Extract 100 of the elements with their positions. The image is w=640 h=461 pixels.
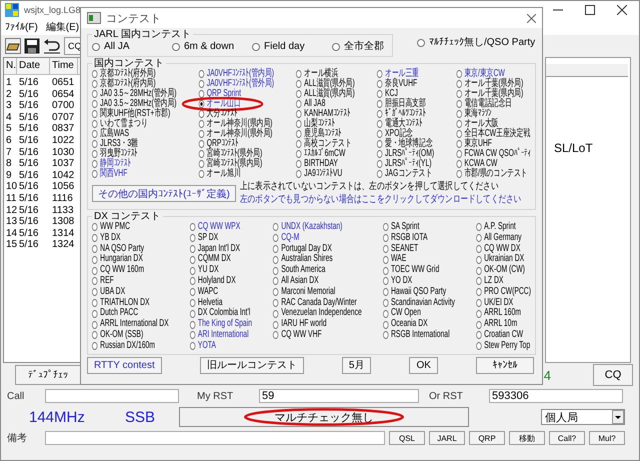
station-type-dropdown[interactable]: 個人局 [541,409,625,425]
radio-icon[interactable] [456,150,462,158]
contest-option[interactable]: JLRSﾊﾟｰﾃｨ(OM) [376,149,434,159]
open-folder-icon[interactable] [5,38,21,54]
contest-option[interactable]: Stew Perry Top [476,340,530,352]
contest-option[interactable]: JA9ｺﾝﾃｽﾄVU [296,169,342,179]
radio-icon[interactable] [92,130,98,138]
radio-icon[interactable] [382,288,388,296]
radio-icon[interactable] [382,256,388,264]
contest-option[interactable]: オール千葉(県外局) [456,79,524,89]
contest-option[interactable]: All JA [92,42,172,52]
radio-icon[interactable] [92,223,98,232]
contest-option[interactable]: WAE [382,254,406,266]
radio-icon[interactable] [190,223,196,232]
radio-icon[interactable] [476,266,482,275]
contest-option[interactable]: 京都ｺﾝﾃｽﾄ(府内局) [92,79,156,89]
contest-option[interactable]: JA0VHFｺﾝﾃｽﾄ(管外局) [198,79,274,89]
radio-icon[interactable] [296,170,302,178]
contest-option[interactable]: 宮崎ｺﾝﾃｽﾄ(県内局) [198,159,262,169]
radio-icon[interactable] [382,310,388,318]
radio-icon[interactable] [417,39,425,47]
contest-option[interactable]: Portugal Day DX [273,244,332,254]
contest-option[interactable]: All JA8 [296,99,326,109]
radio-icon[interactable] [92,140,98,148]
radio-icon[interactable] [382,223,388,232]
contest-option[interactable]: KANHAMｺﾝﾃｽﾄ [296,109,350,119]
radio-icon[interactable] [476,320,482,329]
radio-icon[interactable] [190,331,196,340]
contest-option[interactable]: Japan Int'l DX [190,244,240,254]
action-button[interactable]: Mul? [589,431,625,445]
radio-icon[interactable] [296,130,302,138]
radio-icon[interactable] [198,70,204,78]
radio-icon[interactable] [198,90,204,98]
radio-icon[interactable] [190,256,196,264]
radio-icon[interactable] [273,277,278,286]
column-header[interactable]: N. [4,58,17,74]
radio-icon[interactable] [456,90,462,98]
radio-icon[interactable] [198,80,204,88]
dialog-button[interactable]: OK [409,356,438,374]
contest-option[interactable]: CQ WW VHF [273,330,322,341]
radio-icon[interactable] [273,223,278,232]
radio-icon[interactable] [190,244,196,253]
radio-icon[interactable] [92,266,98,275]
contest-option[interactable]: Marconi Memorial [273,286,336,298]
radio-icon[interactable] [92,288,98,296]
contest-option[interactable]: 全日本CW王座決定戦 [456,129,530,139]
contest-option[interactable]: WW PMC [92,222,130,233]
download-link[interactable]: 左のボタンでも見つからない場合はここをクリックしてダウンロードしてください [240,194,522,206]
radio-icon[interactable] [382,298,388,307]
contest-option[interactable]: 奈良VUHF [376,79,418,89]
radio-icon[interactable] [296,100,302,108]
radio-icon[interactable] [376,70,382,78]
contest-option[interactable]: Oceania DX [382,319,428,330]
contest-option[interactable]: QRPｺﾝﾃｽﾄ [198,139,238,149]
contest-option[interactable]: 東京/東京CW [456,69,505,79]
contest-option[interactable]: BIRTHDAY [296,159,338,169]
contest-option[interactable]: 電信電話記念日 [456,99,512,109]
contest-option[interactable]: 電通大ｺﾝﾃｽﾄ [376,119,422,129]
contest-option[interactable]: Hungarian DX [92,254,143,266]
contest-option[interactable]: CQ WW DX [476,244,520,254]
radio-icon[interactable] [382,331,388,340]
contest-option[interactable]: CQ WW WPX [190,222,240,233]
menu-item[interactable]: 編集(E) [46,20,80,34]
contest-option[interactable]: 東京UHF [456,139,492,149]
contest-option[interactable]: ALL滋賀(県外局) [296,79,355,89]
radio-icon[interactable] [296,120,302,128]
radio-icon[interactable] [296,160,302,168]
contest-option[interactable]: 関西VHF [92,169,128,179]
radio-icon[interactable] [252,43,260,51]
radio-icon[interactable] [476,256,482,264]
contest-option[interactable]: YB DX [92,232,121,244]
radio-icon[interactable] [376,160,382,168]
close-icon[interactable] [617,5,627,15]
contest-option[interactable]: オール旭川 [198,169,241,179]
or-rst-field[interactable]: 593306 [489,389,623,403]
remarks-field[interactable] [45,431,385,445]
radio-icon[interactable] [476,244,482,253]
radio-icon[interactable] [92,244,98,253]
radio-icon[interactable] [376,80,382,88]
contest-option[interactable]: YO DX [382,276,412,287]
radio-icon[interactable] [92,150,98,158]
radio-icon[interactable] [92,43,100,51]
contest-option[interactable]: 京都ｺﾝﾃｽﾄ(府外局) [92,69,156,79]
radio-icon[interactable] [273,320,278,329]
radio-icon[interactable] [296,80,302,88]
radio-icon[interactable] [456,100,462,108]
contest-option[interactable]: ｴｽｶﾙｺﾞ6mCW [296,149,346,159]
radio-icon[interactable] [456,170,462,178]
contest-option[interactable]: Ukrainian DX [476,254,524,266]
contest-option[interactable]: ARRL International DX [92,319,169,330]
contest-option[interactable]: 関東UHF他(RST+市郡) [92,109,170,119]
column-header[interactable]: Date [17,58,50,74]
radio-icon[interactable] [92,320,98,329]
contest-option[interactable]: Holyland DX [190,276,236,287]
column-header[interactable]: Time [50,58,78,74]
menu-item[interactable]: ﾌｧｲﾙ(F) [5,21,38,33]
radio-icon[interactable] [273,288,278,296]
radio-icon[interactable] [382,266,388,275]
radio-icon[interactable] [476,288,482,296]
radio-icon[interactable] [296,90,302,98]
